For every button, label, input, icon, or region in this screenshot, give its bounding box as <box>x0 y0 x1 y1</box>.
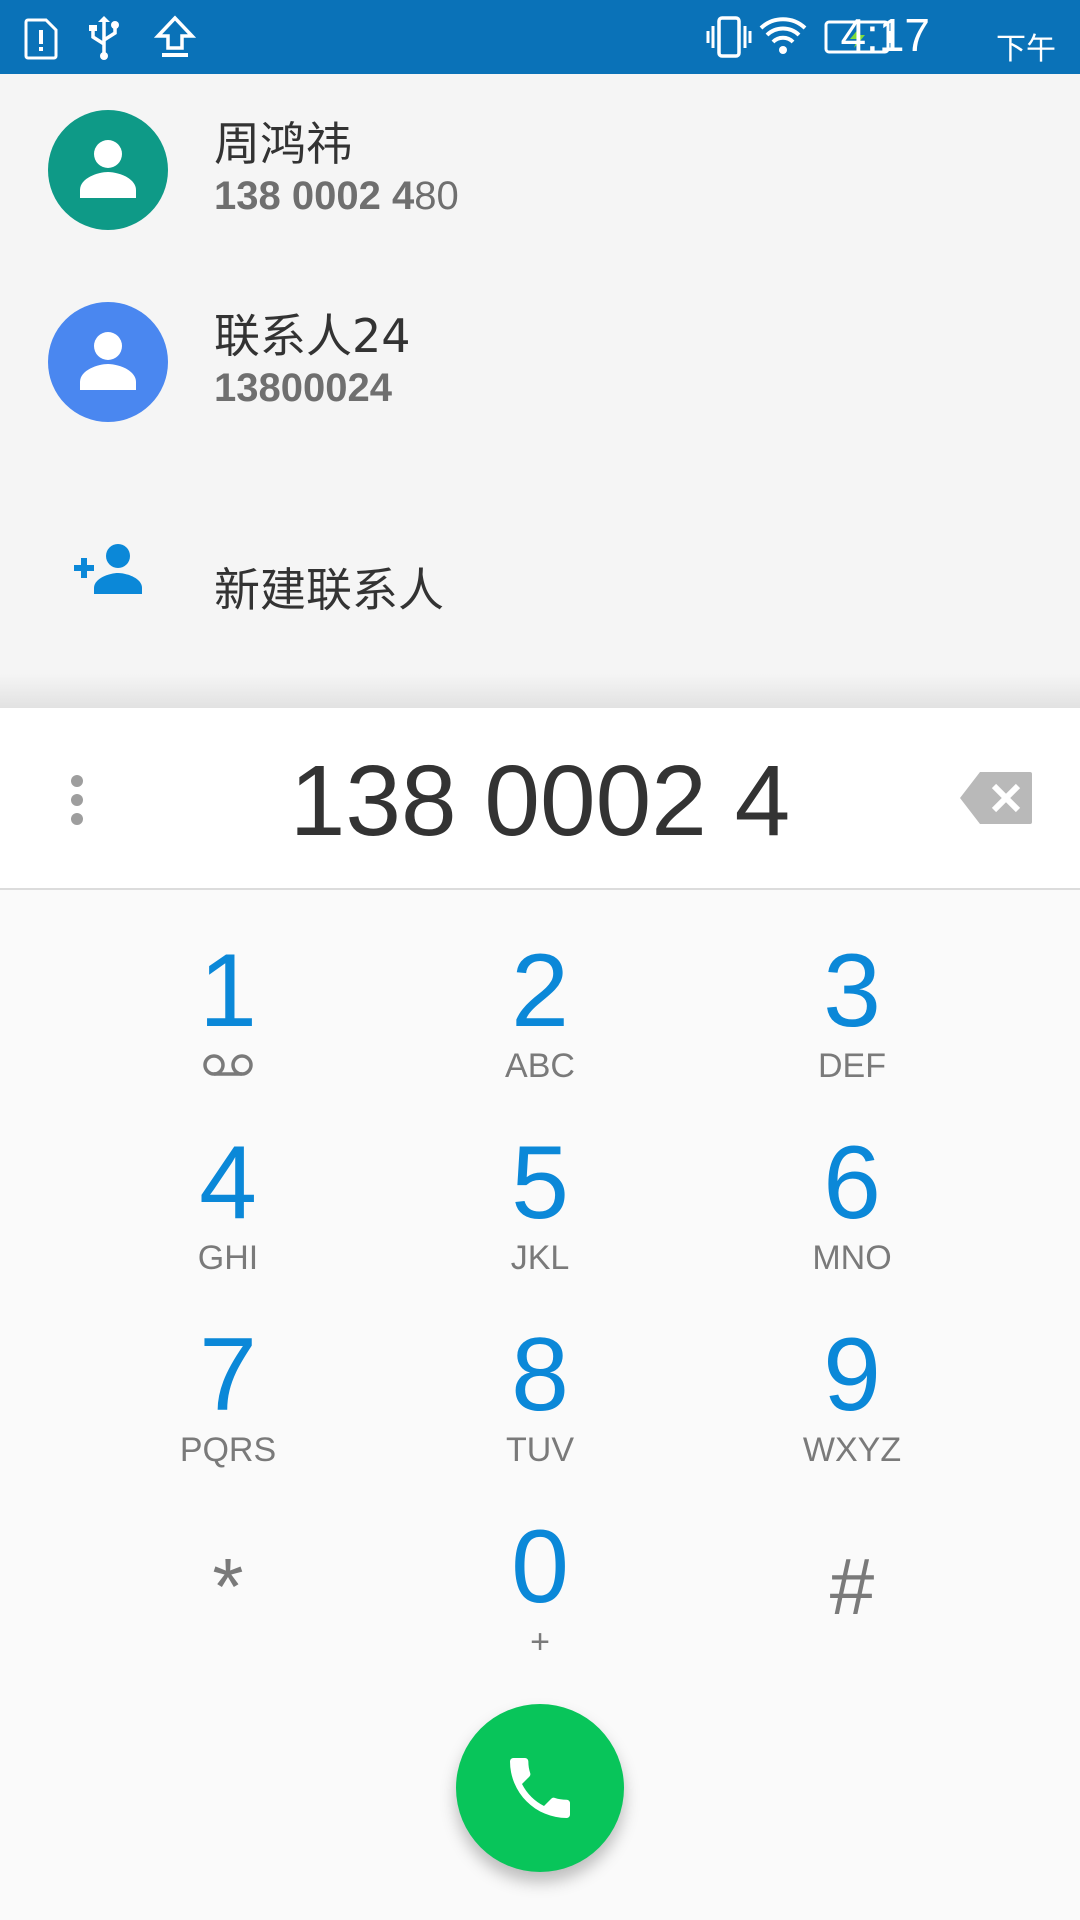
key-0[interactable]: 0 + <box>430 1512 650 1682</box>
new-contact-label: 新建联系人 <box>214 563 444 617</box>
key-3[interactable]: 3 DEF <box>742 936 962 1106</box>
contact-suggestion[interactable]: 周鸿祎 138 0002 480 <box>0 74 1080 264</box>
key-9[interactable]: 9 WXYZ <box>742 1320 962 1490</box>
digits-row: 138 0002 4 <box>0 708 1080 890</box>
key-5[interactable]: 5 JKL <box>430 1128 650 1298</box>
contact-number: 13800024 <box>214 366 392 410</box>
person-icon <box>80 140 136 198</box>
contact-suggestions: 周鸿祎 138 0002 480 联系人24 13800024 新建联系人 <box>0 74 1080 674</box>
vibrate-icon <box>706 14 752 65</box>
key-4[interactable]: 4 GHI <box>118 1128 338 1298</box>
more-vert-icon[interactable] <box>70 774 84 831</box>
alert-card-icon <box>24 18 58 65</box>
avatar <box>48 110 168 230</box>
call-button[interactable] <box>456 1704 624 1872</box>
contact-number: 138 0002 480 <box>214 174 459 218</box>
person-icon <box>80 332 136 390</box>
clock-time: 4:17 <box>840 9 930 61</box>
key-7[interactable]: 7 PQRS <box>118 1320 338 1490</box>
key-1[interactable]: 1 <box>118 936 338 1106</box>
upload-icon <box>153 14 197 65</box>
key-8[interactable]: 8 TUV <box>430 1320 650 1490</box>
voicemail-icon <box>118 1046 338 1086</box>
contact-suggestion[interactable]: 联系人24 13800024 <box>0 266 1080 456</box>
dialed-number[interactable]: 138 0002 4 <box>150 744 930 859</box>
usb-icon <box>84 14 124 67</box>
contact-name: 周鸿祎 <box>214 117 352 171</box>
key-star[interactable]: * <box>118 1512 338 1682</box>
key-hash[interactable]: # <box>742 1512 962 1682</box>
key-6[interactable]: 6 MNO <box>742 1128 962 1298</box>
new-contact-button[interactable]: 新建联系人 <box>0 514 1080 664</box>
divider-shadow <box>0 674 1080 708</box>
avatar <box>48 302 168 422</box>
wifi-icon <box>758 16 808 61</box>
backspace-icon[interactable] <box>958 770 1034 831</box>
contact-name: 联系人24 <box>214 309 411 363</box>
status-bar: 4:17 下午 <box>0 0 1080 74</box>
key-2[interactable]: 2 ABC <box>430 936 650 1106</box>
add-person-icon <box>72 542 144 601</box>
clock-ampm: 下午 <box>996 32 1056 67</box>
